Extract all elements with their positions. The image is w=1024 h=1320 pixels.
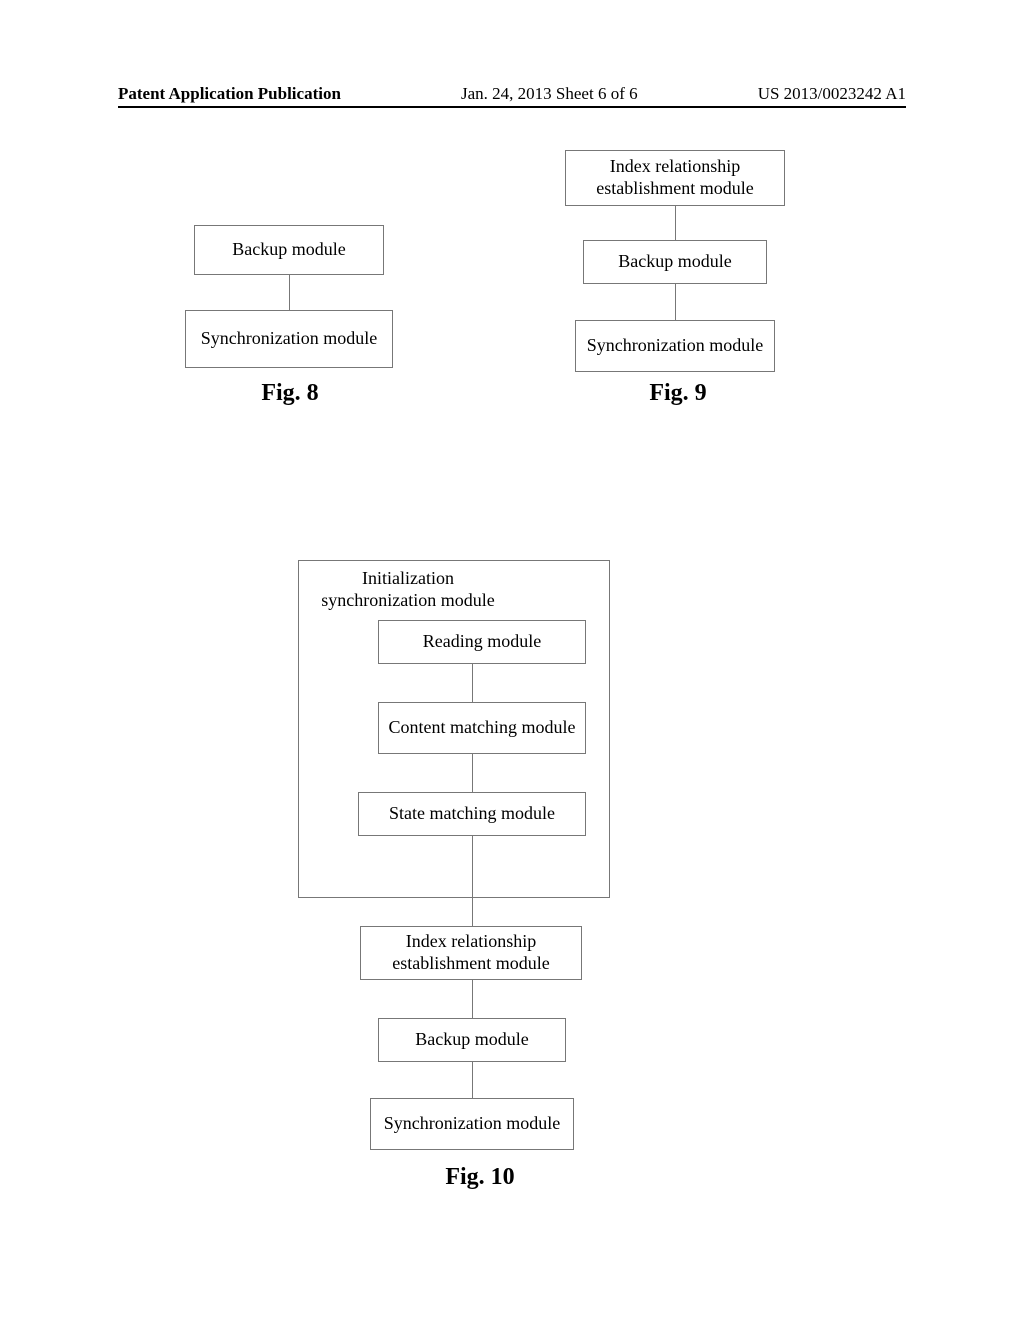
fig9-connector-2 <box>675 284 676 320</box>
fig9-index-label: Index relationship establishment module <box>572 156 778 199</box>
fig10-connector-5 <box>472 1062 473 1098</box>
fig8-backup-label: Backup module <box>232 239 345 261</box>
patent-page: Patent Application Publication Jan. 24, … <box>0 0 1024 1320</box>
fig10-initialization-sync-label: Initialization synchronization module <box>308 568 508 611</box>
fig9-backup-module-box: Backup module <box>583 240 767 284</box>
fig8-backup-module-box: Backup module <box>194 225 384 275</box>
fig8-caption: Fig. 8 <box>220 380 360 407</box>
fig9-synchronization-module-box: Synchronization module <box>575 320 775 372</box>
header-rule <box>118 106 906 108</box>
fig10-connector-3 <box>472 898 473 926</box>
fig9-sync-label: Synchronization module <box>587 335 763 357</box>
fig8-synchronization-module-box: Synchronization module <box>185 310 393 368</box>
page-header: Patent Application Publication Jan. 24, … <box>118 84 906 104</box>
fig10-content-label: Content matching module <box>389 717 576 739</box>
fig10-state-label: State matching module <box>389 803 555 825</box>
fig10-reading-module-box: Reading module <box>378 620 586 664</box>
fig10-synchronization-module-box: Synchronization module <box>370 1098 574 1150</box>
fig10-backup-label: Backup module <box>415 1029 528 1051</box>
fig10-connector-1 <box>472 664 473 702</box>
fig10-sync-label: Synchronization module <box>384 1113 560 1135</box>
fig10-connector-4 <box>472 980 473 1018</box>
fig10-index-relationship-module-box: Index relationship establishment module <box>360 926 582 980</box>
fig8-connector <box>289 275 290 310</box>
fig9-connector-1 <box>675 206 676 240</box>
fig10-state-matching-module-box: State matching module <box>358 792 586 836</box>
fig10-reading-label: Reading module <box>423 631 541 653</box>
header-publication: Patent Application Publication <box>118 84 341 104</box>
fig10-connector-2b <box>472 836 473 898</box>
fig10-caption: Fig. 10 <box>400 1164 560 1191</box>
fig8-sync-label: Synchronization module <box>201 328 377 350</box>
fig10-connector-2 <box>472 754 473 792</box>
fig10-backup-module-box: Backup module <box>378 1018 566 1062</box>
fig10-content-matching-module-box: Content matching module <box>378 702 586 754</box>
fig9-caption: Fig. 9 <box>608 380 748 407</box>
header-publication-number: US 2013/0023242 A1 <box>758 84 906 104</box>
fig9-index-relationship-module-box: Index relationship establishment module <box>565 150 785 206</box>
fig10-index-label: Index relationship establishment module <box>367 931 575 974</box>
header-date-sheet: Jan. 24, 2013 Sheet 6 of 6 <box>461 84 638 104</box>
fig9-backup-label: Backup module <box>618 251 731 273</box>
